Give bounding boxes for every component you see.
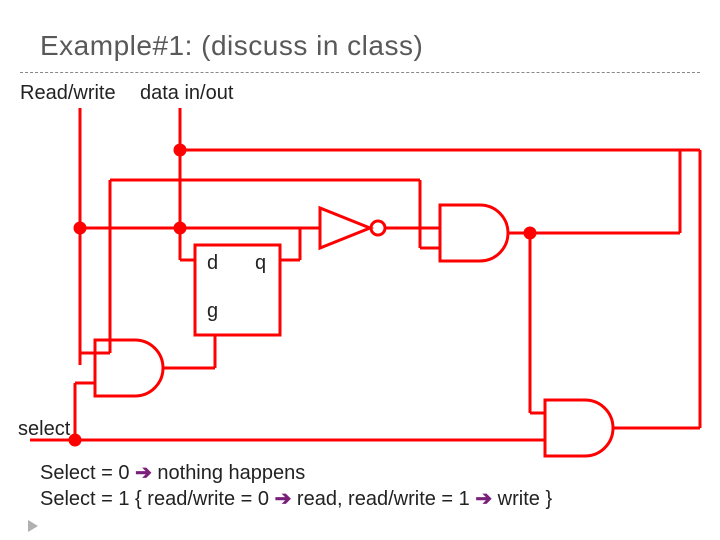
label-d-pin: d [207, 252, 218, 275]
truth-line-2: Select = 1 { read/write = 0 ➔ read, read… [40, 486, 552, 511]
truth-line-1: Select = 0 ➔ nothing happens [40, 460, 305, 485]
not-gate [320, 208, 370, 248]
label-q-pin: q [255, 252, 266, 275]
junction-dot [525, 228, 535, 238]
and-gate-lower-left [95, 340, 163, 396]
and-gate-lower-right [545, 400, 613, 456]
and-gate-upper-right [440, 205, 508, 261]
slide-bullet-icon [28, 520, 38, 532]
label-g-pin: g [207, 300, 218, 323]
label-select: select [18, 418, 70, 441]
arrow-icon: ➔ [135, 462, 152, 484]
junction-dot [175, 145, 185, 155]
arrow-icon: ➔ [275, 488, 292, 510]
circuit-diagram [0, 0, 720, 540]
arrow-icon: ➔ [475, 488, 492, 510]
junction-dot [75, 223, 85, 233]
